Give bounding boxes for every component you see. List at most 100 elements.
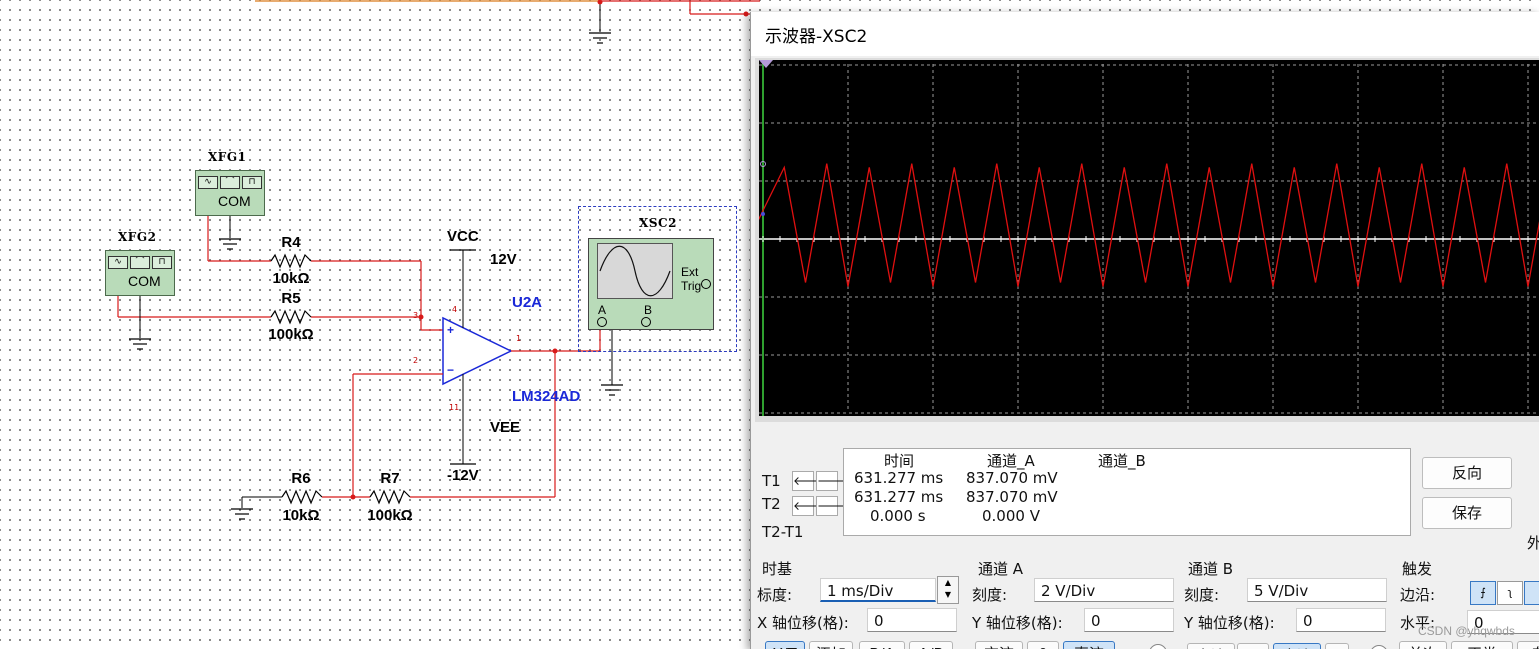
ab-mode-button[interactable]: A/B (909, 641, 953, 649)
channel-a-dc-button[interactable]: 直流 (1063, 641, 1115, 649)
sine-trace-icon (599, 245, 671, 297)
vee-label[interactable]: VEE (490, 419, 520, 436)
r7-label[interactable]: R7 (380, 470, 399, 487)
single-trigger-button[interactable]: 单次 (1399, 641, 1447, 649)
channel-a-trace (759, 163, 1539, 287)
channel-a-section-label: 通道 A (978, 560, 1024, 578)
sine-wave-icon: ∿ (198, 176, 218, 189)
measurement-panel: T1 T2 T2-T1 🡐 🡒 🡐 🡒 时间 通道_A 通道_B 631.277… (751, 442, 1539, 649)
rising-edge-icon[interactable]: ⨍ (1470, 581, 1496, 605)
xfg2-com-label: COM (128, 273, 161, 289)
channel-b-pin-label: B (644, 303, 653, 317)
opamp-part[interactable]: LM324AD (512, 388, 580, 405)
scope-plot (759, 60, 1539, 416)
t1-right-arrow-icon[interactable]: 🡒 (816, 471, 849, 491)
trigger-edge-label: 边沿: (1400, 586, 1436, 604)
xsc2-label: XSC2 (639, 216, 677, 230)
opamp-minus-sign: − (447, 363, 455, 377)
r5-label[interactable]: R5 (281, 290, 300, 307)
x-position-field[interactable]: 0 (867, 608, 957, 632)
ground-symbol-top (589, 32, 611, 44)
channel-a-scale-field[interactable]: 2 V/Div (1034, 578, 1174, 602)
opamp-plus-sign: + (447, 323, 455, 337)
scope-display[interactable] (759, 60, 1539, 416)
window-titlebar[interactable]: 示波器-XSC2 (751, 12, 1539, 56)
timebase-scale-field[interactable]: 1 ms/Div (820, 578, 936, 602)
t1-label: T1 (762, 472, 781, 490)
cursor-readout-table: 时间 通道_A 通道_B 631.277 ms 837.070 mV 631.2… (843, 448, 1411, 536)
sine-wave-icon: ∿ (108, 256, 128, 269)
window-title: 示波器-XSC2 (765, 27, 868, 47)
channel-b-scale-label: 刻度: (1184, 586, 1220, 604)
timebase-scale-label: 标度: (757, 586, 793, 604)
t2-label: T2 (762, 495, 781, 513)
xfg1-com-label: COM (218, 193, 251, 209)
channel-a-radio[interactable] (1149, 644, 1167, 649)
add-mode-button[interactable]: 添加 (809, 641, 853, 649)
triangle-wave-icon: ⌒ (130, 256, 150, 269)
r6-value[interactable]: 10kΩ (282, 507, 319, 524)
channel-a-zero-button[interactable]: 0 (1027, 641, 1059, 649)
vcc-label[interactable]: VCC (447, 228, 479, 245)
auto-trigger-button[interactable]: 自 (1517, 641, 1539, 649)
opamp-refdes[interactable]: U2A (512, 294, 542, 311)
channel-b-dc-button[interactable]: 直流 (1273, 643, 1321, 649)
trigger-source-a-button[interactable] (1524, 581, 1539, 605)
header-channel-a: 通道_A (987, 452, 1035, 470)
timebase-scale-stepper[interactable]: ▲ ▼ (937, 576, 959, 604)
t2-channel-a: 837.070 mV (966, 488, 1058, 506)
channel-b-ypos-field[interactable]: 0 (1296, 608, 1386, 632)
r4-label[interactable]: R4 (281, 234, 300, 251)
timebase-section-label: 时基 (762, 560, 793, 578)
r5-value[interactable]: 100kΩ (268, 326, 313, 343)
channel-b-scale-field[interactable]: 5 V/Div (1247, 578, 1387, 602)
channel-b-terminal[interactable] (641, 317, 651, 327)
vee-value[interactable]: -12V (447, 467, 479, 484)
channel-a-ypos-field[interactable]: 0 (1084, 608, 1174, 632)
channel-a-terminal[interactable] (597, 317, 607, 327)
pin-3-label: 3 (413, 311, 419, 320)
r6-label[interactable]: R6 (291, 470, 310, 487)
oscilloscope-xsc2[interactable]: Ext Trig A B (588, 238, 714, 330)
pin-4-label: 4 (452, 305, 458, 314)
channel-a-pin-label: A (598, 303, 607, 317)
r7-value[interactable]: 100kΩ (367, 507, 412, 524)
channel-b-minus-button[interactable]: - (1325, 643, 1349, 649)
square-wave-icon: ⊓ (242, 176, 262, 189)
oscilloscope-window[interactable]: 示波器-XSC2 T1 T2 T2-T1 🡐 🡒 🡐 🡒 时间 通道_A 通道_… (750, 12, 1539, 649)
scope-screen-icon (597, 243, 673, 299)
reverse-button[interactable]: 反向 (1422, 457, 1512, 489)
vcc-value[interactable]: 12V (490, 251, 517, 268)
t2-right-arrow-icon[interactable]: 🡒 (816, 496, 849, 516)
t1-left-arrow-icon[interactable]: 🡐 (792, 471, 825, 491)
external-trigger-label: 外 (1527, 532, 1539, 553)
channel-b-zero-button[interactable]: 0 (1237, 643, 1269, 649)
falling-edge-icon[interactable]: ʅ (1497, 581, 1523, 605)
channel-b-ypos-label: Y 轴位移(格): (1184, 614, 1275, 632)
yt-mode-button[interactable]: Y/T (765, 641, 805, 649)
function-generator-xfg1[interactable]: ∿ ⌒ ⊓ COM (195, 170, 265, 216)
channel-b-ac-button[interactable]: 交流 (1187, 643, 1235, 649)
function-generator-xfg2[interactable]: ∿ ⌒ ⊓ COM (105, 250, 175, 296)
channel-a-scale-label: 刻度: (972, 586, 1008, 604)
ext-trig-terminal[interactable] (701, 279, 711, 289)
xfg1-label: XFG1 (208, 150, 247, 164)
x-position-label: X 轴位移(格): (757, 614, 849, 632)
channel-b-section-label: 通道 B (1188, 560, 1234, 578)
square-wave-icon: ⊓ (152, 256, 172, 269)
t2-t1-label: T2-T1 (762, 523, 804, 541)
t2-left-arrow-icon[interactable]: 🡐 (792, 496, 825, 516)
cursor-1-handle-icon[interactable] (759, 60, 773, 68)
ba-mode-button[interactable]: B/A (859, 641, 905, 649)
channel-b-radio[interactable] (1370, 645, 1388, 649)
normal-trigger-button[interactable]: 正常 (1451, 641, 1513, 649)
channel-b-marker (761, 212, 765, 216)
header-channel-b: 通道_B (1098, 452, 1146, 470)
watermark: CSDN @yhqwbds (1418, 624, 1515, 638)
xfg2-label: XFG2 (118, 230, 157, 244)
save-button[interactable]: 保存 (1422, 497, 1512, 529)
channel-a-ac-button[interactable]: 交流 (975, 641, 1023, 649)
triangle-wave-icon: ⌒ (220, 176, 240, 189)
channel-a-ypos-label: Y 轴位移(格): (972, 614, 1063, 632)
r4-value[interactable]: 10kΩ (272, 270, 309, 287)
